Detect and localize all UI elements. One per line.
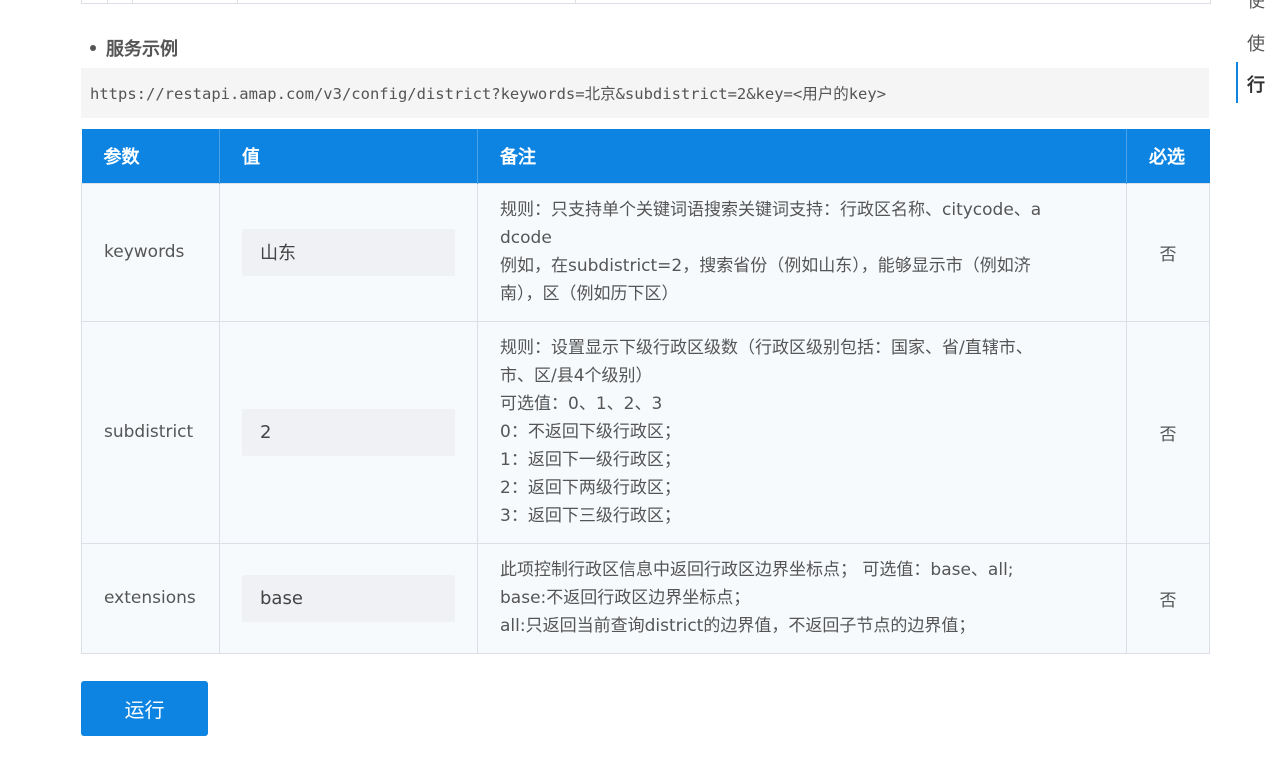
side-nav-item[interactable]: 使 (1247, 30, 1265, 56)
table-header-row: 参数 值 备注 必选 (81, 129, 1210, 183)
note-line: 市、区/县4个级别） (500, 366, 653, 386)
required-cell: 否 (1126, 542, 1210, 654)
keywords-input[interactable]: 山东 (242, 228, 455, 276)
parameter-table: 参数 值 备注 必选 keywords 山东 规则：只支持单个关键词语搜索关键词… (81, 129, 1210, 654)
value-cell: 山东 (219, 182, 478, 322)
param-name: keywords (81, 182, 220, 322)
section-heading: 服务示例 (90, 36, 178, 60)
note-cell: 规则：只支持单个关键词语搜索关键词支持：行政区名称、citycode、a dco… (477, 182, 1127, 322)
run-button[interactable]: 运行 (81, 681, 208, 736)
note-cell: 规则：设置显示下级行政区级数（行政区级别包括：国家、省/直辖市、 市、区/县4个… (477, 320, 1127, 544)
subdistrict-input[interactable]: 2 (242, 408, 455, 456)
note-cell: 此项控制行政区信息中返回行政区边界坐标点； 可选值：base、all; base… (477, 542, 1127, 654)
note-line: all:只返回当前查询district的边界值，不返回子节点的边界值； (500, 616, 976, 636)
table-column-divider (107, 0, 108, 3)
extensions-input[interactable]: base (242, 574, 455, 622)
side-nav-active-indicator (1236, 62, 1238, 103)
param-name: extensions (81, 542, 220, 654)
table-row: keywords 山东 规则：只支持单个关键词语搜索关键词支持：行政区名称、ci… (81, 182, 1210, 322)
header-param: 参数 (81, 129, 220, 183)
side-nav: 使 使 行 (1236, 0, 1265, 103)
bullet-icon (90, 45, 96, 51)
required-cell: 否 (1126, 320, 1210, 544)
note-line: base:不返回行政区边界坐标点； (500, 588, 751, 608)
note-line: 南），区（例如历下区） (500, 284, 679, 304)
table-row: extensions base 此项控制行政区信息中返回行政区边界坐标点； 可选… (81, 542, 1210, 654)
header-required: 必选 (1126, 129, 1210, 183)
value-cell: 2 (219, 320, 478, 544)
note-line: 2：返回下两级行政区； (500, 478, 681, 498)
request-url-example: https://restapi.amap.com/v3/config/distr… (81, 68, 1209, 118)
note-line: 0：不返回下级行政区； (500, 422, 681, 442)
note-line: 此项控制行政区信息中返回行政区边界坐标点； 可选值：base、all; (500, 560, 1014, 580)
note-line: 可选值：0、1、2、3 (500, 394, 663, 414)
note-line: 1：返回下一级行政区； (500, 450, 681, 470)
note-line: 规则：设置显示下级行政区级数（行政区级别包括：国家、省/直辖市、 (500, 338, 1033, 358)
side-nav-item-active[interactable]: 行 (1247, 71, 1265, 97)
value-cell: base (219, 542, 478, 654)
param-name: subdistrict (81, 320, 220, 544)
note-line: 3：返回下三级行政区； (500, 506, 681, 526)
note-line: 例如，在subdistrict=2，搜索省份（例如山东），能够显示市（例如济 (500, 256, 1031, 276)
header-value: 值 (219, 129, 478, 183)
required-cell: 否 (1126, 182, 1210, 322)
table-column-divider (132, 0, 133, 3)
table-column-divider (575, 0, 576, 3)
previous-table-bottom-edge (81, 0, 1211, 4)
table-column-divider (237, 0, 238, 3)
side-nav-item[interactable]: 使 (1247, 0, 1265, 13)
header-note: 备注 (477, 129, 1127, 183)
table-row: subdistrict 2 规则：设置显示下级行政区级数（行政区级别包括：国家、… (81, 320, 1210, 544)
section-title: 服务示例 (106, 39, 178, 60)
note-line: dcode (500, 228, 552, 248)
note-line: 规则：只支持单个关键词语搜索关键词支持：行政区名称、citycode、a (500, 200, 1042, 220)
